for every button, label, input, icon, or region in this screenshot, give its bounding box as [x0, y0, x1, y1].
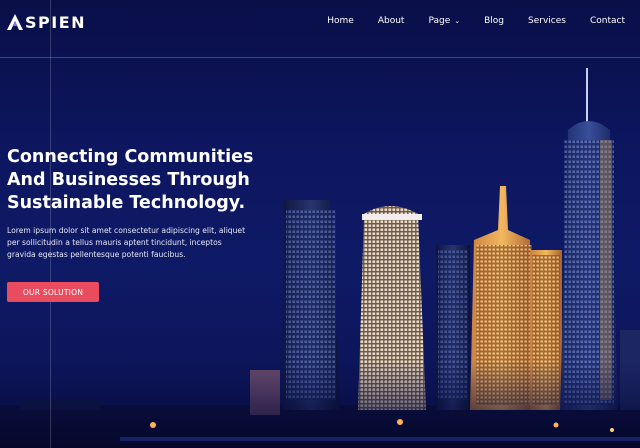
city-skyline-image [0, 68, 640, 448]
hero-description: Lorem ipsum dolor sit amet consectetur a… [7, 225, 267, 261]
headline-line: Sustainable Technology. [7, 193, 246, 213]
header-divider [0, 57, 640, 58]
brand-name: SPIEN [25, 12, 87, 32]
description-line: gravida egestas pellentesque potenti fau… [7, 250, 186, 259]
nav-item-page[interactable]: Page ⌄ [428, 16, 460, 26]
our-solution-button[interactable]: OUR SOLUTION [7, 282, 99, 302]
nav-label: Page [428, 16, 451, 26]
description-line: per sollicitudin a tellus mauris aptent … [7, 238, 222, 247]
headline-line: Connecting Communities [7, 147, 254, 167]
description-line: Lorem ipsum dolor sit amet consectetur a… [7, 226, 246, 235]
nav-label: Services [528, 16, 566, 26]
nav-label: Contact [589, 16, 625, 26]
brand-logo[interactable]: SPIEN [6, 11, 86, 33]
chevron-down-icon: ⌄ [454, 17, 461, 25]
nav-label: About [377, 16, 405, 26]
nav-label: Blog [484, 16, 505, 26]
nav-item-about[interactable]: About [378, 16, 405, 26]
nav-item-services[interactable]: Services [528, 16, 566, 26]
hero-section: SPIEN Home About Page ⌄ Blog Services Co… [0, 0, 640, 448]
decorative-vertical-line [50, 0, 51, 448]
hero-headline: Connecting Communities And Businesses Th… [7, 146, 277, 215]
logo-a-icon [7, 14, 23, 30]
nav-item-contact[interactable]: Contact [590, 16, 625, 26]
nav-item-home[interactable]: Home [327, 16, 354, 26]
nav-item-blog[interactable]: Blog [484, 16, 504, 26]
main-nav: Home About Page ⌄ Blog Services Contact [303, 16, 625, 26]
nav-label: Home [327, 16, 354, 26]
site-header: SPIEN Home About Page ⌄ Blog Services Co… [0, 0, 640, 44]
headline-line: And Businesses Through [7, 170, 250, 190]
